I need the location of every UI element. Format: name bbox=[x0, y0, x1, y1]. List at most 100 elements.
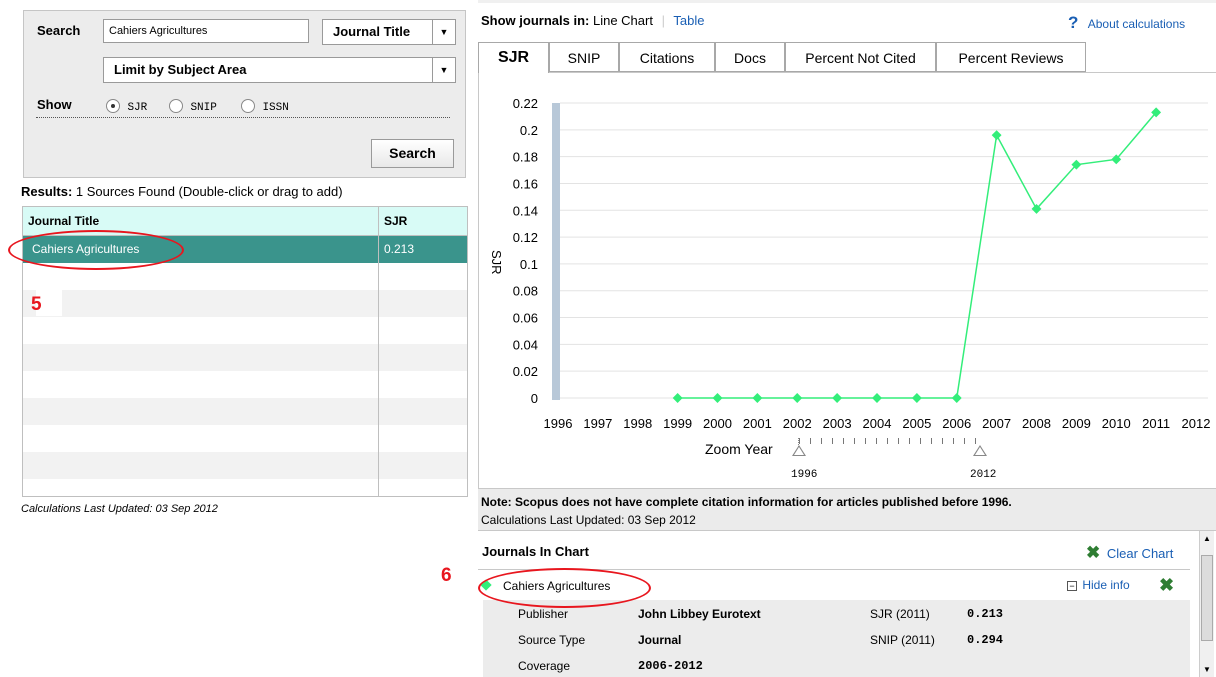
tab-percent-not-cited[interactable]: Percent Not Cited bbox=[785, 42, 936, 72]
zoom-year-label: Zoom Year bbox=[705, 441, 773, 457]
about-calculations-link[interactable]: ? About calculations bbox=[1068, 13, 1185, 33]
y-tick-label: 0.1 bbox=[520, 257, 538, 272]
hide-info-button[interactable]: − Hide info bbox=[1067, 578, 1130, 592]
source-type-label: Source Type bbox=[518, 633, 586, 647]
help-icon: ? bbox=[1068, 13, 1079, 32]
x-tick-label: 1996 bbox=[544, 416, 573, 431]
coverage-label: Coverage bbox=[518, 659, 571, 673]
search-type-value: Journal Title bbox=[333, 24, 411, 39]
y-tick-label: 0.06 bbox=[513, 311, 538, 326]
data-point[interactable] bbox=[951, 393, 962, 403]
data-point[interactable] bbox=[712, 393, 723, 403]
x-tick-label: 1998 bbox=[623, 416, 652, 431]
journal-info-panel: Publisher John Libbey Eurotext SJR (2011… bbox=[483, 600, 1190, 677]
series-line bbox=[677, 111, 1157, 399]
tab-sjr[interactable]: SJR bbox=[478, 42, 549, 73]
about-calculations-label: About calculations bbox=[1087, 17, 1186, 31]
annotation-number-5: 5 bbox=[31, 294, 42, 315]
line-chart: 0.22 0.2 0.18 0.16 0.14 0.12 0.1 0.08 0.06 0.04 0.… bbox=[489, 96, 1211, 431]
show-label: Show bbox=[37, 97, 72, 112]
y-tick-label: 0.16 bbox=[513, 176, 538, 191]
clear-chart-button[interactable]: ✖ Clear Chart bbox=[1086, 543, 1173, 563]
radio-button-icon bbox=[106, 98, 120, 113]
scrollbar[interactable]: ▲ ▼ bbox=[1199, 531, 1214, 677]
table-row bbox=[23, 344, 467, 371]
note-area: Note: Scopus does not have complete cita… bbox=[478, 489, 1216, 531]
data-point[interactable] bbox=[832, 393, 843, 403]
hide-info-label: Hide info bbox=[1082, 578, 1130, 592]
radio-issn[interactable]: ISSN bbox=[241, 97, 289, 115]
x-tick-label: 2011 bbox=[1142, 416, 1170, 431]
x-tick-label: 1999 bbox=[663, 416, 692, 431]
line-chart-option[interactable]: Line Chart bbox=[593, 13, 653, 28]
col-sjr[interactable]: SJR bbox=[384, 207, 407, 235]
table-row bbox=[23, 290, 467, 317]
y-tick-label: 0.04 bbox=[513, 337, 538, 352]
search-input[interactable] bbox=[103, 19, 309, 43]
sjr-value: 0.213 bbox=[967, 607, 1004, 621]
data-point[interactable] bbox=[792, 393, 803, 403]
tab-docs[interactable]: Docs bbox=[715, 42, 785, 72]
source-type-value: Journal bbox=[638, 633, 682, 647]
x-tick-label: 2008 bbox=[1022, 416, 1051, 431]
subject-area-select[interactable]: Limit by Subject Area ▼ bbox=[103, 57, 456, 83]
tab-citations[interactable]: Citations bbox=[619, 42, 715, 72]
tab-percent-reviews[interactable]: Percent Reviews bbox=[936, 42, 1086, 72]
radio-sjr-label: SJR bbox=[127, 102, 148, 114]
radio-issn-label: ISSN bbox=[262, 102, 289, 114]
top-border bbox=[478, 0, 1216, 3]
zoom-end-year: 2012 bbox=[970, 469, 997, 481]
scroll-down-icon[interactable]: ▼ bbox=[1203, 665, 1211, 674]
y-tick-label: 0.22 bbox=[513, 96, 538, 111]
x-tick-label: 2000 bbox=[703, 416, 732, 431]
journals-in-chart-header: Journals In Chart bbox=[482, 544, 589, 559]
x-tick-label: 2004 bbox=[863, 416, 892, 431]
left-updated-text: Calculations Last Updated: 03 Sep 2012 bbox=[21, 503, 218, 515]
results-summary: Results: 1 Sources Found (Double-click o… bbox=[21, 184, 343, 199]
radio-sjr[interactable]: SJR bbox=[106, 97, 147, 115]
data-point[interactable] bbox=[752, 393, 763, 403]
data-point[interactable] bbox=[991, 130, 1002, 141]
chart-gridlines bbox=[560, 102, 1208, 399]
x-tick-label: 2006 bbox=[942, 416, 971, 431]
search-type-select[interactable]: Journal Title ▼ bbox=[322, 19, 456, 45]
scrollbar-thumb[interactable] bbox=[1201, 555, 1213, 641]
y-tick-label: 0.2 bbox=[520, 123, 538, 138]
snip-value: 0.294 bbox=[967, 633, 1004, 647]
data-point[interactable] bbox=[911, 393, 922, 403]
x-tick-label: 2012 bbox=[1182, 416, 1211, 431]
data-point[interactable] bbox=[872, 393, 882, 403]
zoom-slider-track[interactable] bbox=[798, 438, 980, 447]
close-icon: ✖ bbox=[1086, 543, 1101, 562]
x-tick-labels: 1996 1997 1998 1999 2000 2001 2002 2003 2004 2005… bbox=[544, 416, 1211, 431]
collapse-icon: − bbox=[1067, 581, 1077, 591]
subject-area-value: Limit by Subject Area bbox=[114, 62, 247, 77]
chevron-down-icon: ▼ bbox=[432, 58, 455, 82]
search-button[interactable]: Search bbox=[371, 139, 454, 168]
y-tick-label: 0.14 bbox=[513, 203, 538, 218]
annotation-number-6: 6 bbox=[441, 565, 452, 586]
divider bbox=[36, 117, 450, 118]
radio-button-icon bbox=[241, 98, 255, 113]
y-tick-label: 0.18 bbox=[513, 150, 538, 165]
zoom-end-handle-inner bbox=[975, 447, 985, 455]
radio-snip-label: SNIP bbox=[190, 102, 217, 114]
sjr-year-label: SJR (2011) bbox=[870, 607, 930, 621]
table-row bbox=[23, 452, 467, 479]
y-tick-label: 0 bbox=[531, 391, 538, 406]
search-label: Search bbox=[37, 23, 81, 38]
data-point[interactable] bbox=[672, 393, 683, 403]
y-axis-label: SJR bbox=[489, 250, 504, 275]
table-row bbox=[23, 425, 467, 452]
x-tick-label: 1997 bbox=[583, 416, 612, 431]
radio-snip[interactable]: SNIP bbox=[169, 97, 217, 115]
table-link[interactable]: Table bbox=[673, 13, 704, 28]
show-journals-label: Show journals in: bbox=[481, 13, 590, 28]
table-row bbox=[23, 398, 467, 425]
tab-snip[interactable]: SNIP bbox=[549, 42, 619, 72]
annotation-ellipse-5 bbox=[8, 230, 184, 270]
note-text: Note: Scopus does not have complete cita… bbox=[481, 495, 1012, 509]
zoom-start-year: 1996 bbox=[791, 469, 818, 481]
remove-journal-icon[interactable]: ✖ bbox=[1159, 575, 1174, 596]
scroll-up-icon[interactable]: ▲ bbox=[1203, 534, 1211, 543]
